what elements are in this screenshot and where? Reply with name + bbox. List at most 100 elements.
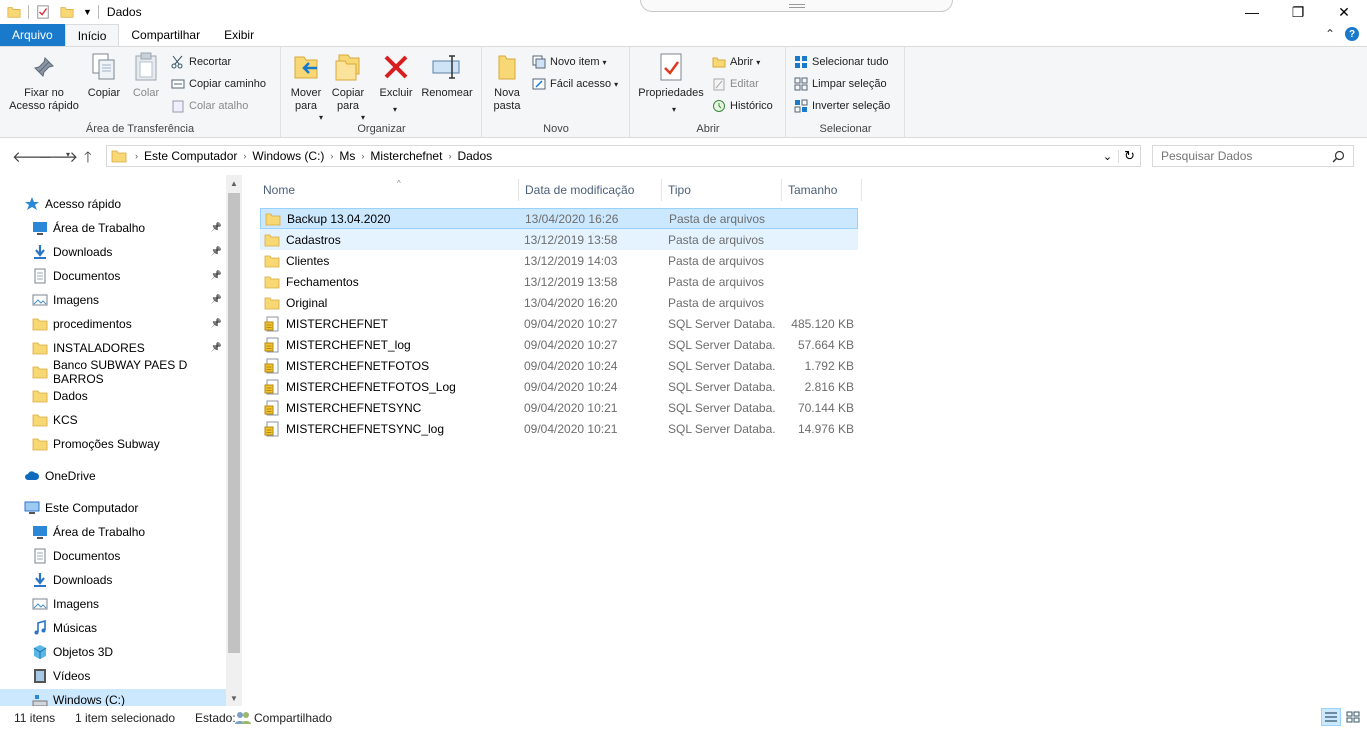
copy-to-button[interactable]: Copiar para ▾ — [328, 51, 368, 122]
new-folder-icon[interactable] — [60, 5, 74, 19]
sidebar-item-imagens[interactable]: Imagens 📌 — [0, 289, 226, 311]
breadcrumb-separator-icon[interactable]: › — [446, 151, 453, 161]
open-button[interactable]: Abrir ▾ — [711, 53, 760, 71]
column-header-size[interactable]: Tamanho — [782, 179, 862, 201]
breadcrumb-windows-c[interactable]: Windows (C:) — [248, 149, 328, 163]
pin-icon[interactable]: 📌 — [211, 294, 222, 305]
column-header-type[interactable]: Tipo — [662, 179, 782, 201]
search-icon[interactable] — [1332, 150, 1345, 163]
sidebar-item-area-de-trabalho[interactable]: Área de Trabalho — [0, 521, 226, 543]
sidebar-item-downloads[interactable]: Downloads 📌 — [0, 241, 226, 263]
sidebar-item-documentos[interactable]: Documentos 📌 — [0, 265, 226, 287]
restore-button[interactable]: ❐ — [1275, 0, 1321, 24]
sidebar-item-kcs[interactable]: KCS — [0, 409, 226, 431]
sidebar-item-este-computador[interactable]: Este Computador — [0, 497, 226, 519]
easy-access-button[interactable]: Fácil acesso ▾ — [531, 75, 618, 93]
sidebar-item-onedrive[interactable]: OneDrive — [0, 465, 226, 487]
properties-icon[interactable] — [36, 5, 50, 19]
pin-quick-access-button[interactable]: Fixar no Acesso rápido — [6, 51, 82, 113]
breadcrumb-dados[interactable]: Dados — [453, 149, 496, 163]
sidebar-item-instaladores[interactable]: INSTALADORES 📌 — [0, 337, 226, 359]
sidebar-item-objetos-3d[interactable]: Objetos 3D — [0, 641, 226, 663]
breadcrumb-ms[interactable]: Ms — [335, 149, 359, 163]
forward-arrow-icon[interactable]: 🡒 — [38, 147, 78, 166]
history-button[interactable]: Histórico — [711, 97, 773, 115]
search-input[interactable] — [1161, 149, 1331, 163]
select-none-button[interactable]: Limpar seleção — [793, 75, 887, 93]
recent-locations-chevron-icon[interactable]: ▾ — [66, 150, 70, 159]
sidebar-item-windows-c[interactable]: Windows (C:) — [0, 689, 226, 706]
address-bar[interactable]: › Este Computador › Windows (C:) › Ms › … — [106, 145, 1141, 167]
properties-button[interactable]: Propriedades ▾ — [635, 51, 707, 114]
new-folder-button[interactable]: Nova pasta — [487, 51, 527, 113]
move-to-button[interactable]: Mover para ▾ — [286, 51, 326, 122]
tab-inicio[interactable]: Início — [64, 24, 120, 46]
select-all-button[interactable]: Selecionar tudo — [793, 53, 888, 71]
invert-selection-button[interactable]: Inverter seleção — [793, 97, 890, 115]
details-view-button[interactable] — [1321, 708, 1341, 726]
window-grip[interactable] — [640, 0, 953, 12]
address-history-chevron-icon[interactable]: ⌄ — [1097, 149, 1120, 163]
sidebar-item-area-de-trabalho[interactable]: Área de Trabalho 📌 — [0, 217, 226, 239]
close-button[interactable]: ✕ — [1321, 0, 1367, 24]
table-row[interactable]: MISTERCHEFNETFOTOS 09/04/2020 10:24 SQL Se… — [260, 355, 858, 376]
table-row[interactable]: Backup 13.04.2020 13/04/2020 16:26 Pasta d… — [260, 208, 858, 229]
new-item-button[interactable]: Novo item ▾ — [531, 53, 607, 71]
tab-compartilhar[interactable]: Compartilhar — [119, 24, 212, 46]
sidebar-item-downloads[interactable]: Downloads — [0, 569, 226, 591]
sidebar-item-musicas[interactable]: Músicas — [0, 617, 226, 639]
sidebar-item-videos[interactable]: Vídeos — [0, 665, 226, 687]
scroll-down-arrow-icon[interactable]: ▼ — [226, 690, 242, 706]
tab-exibir[interactable]: Exibir — [212, 24, 266, 46]
table-row[interactable]: MISTERCHEFNETSYNC_log 09/04/2020 10:21 SQL… — [260, 418, 858, 439]
sidebar-item-documentos[interactable]: Documentos — [0, 545, 226, 567]
nav-scrollbar[interactable]: ▲ ▼ — [226, 175, 242, 706]
table-row[interactable]: MISTERCHEFNETSYNC 09/04/2020 10:21 SQL Ser… — [260, 397, 858, 418]
table-row[interactable]: Fechamentos 13/12/2019 13:58 Pasta de arqu… — [260, 271, 858, 292]
sidebar-item-procedimentos[interactable]: procedimentos 📌 — [0, 313, 226, 335]
column-header-date[interactable]: Data de modificação — [519, 179, 662, 201]
cut-button[interactable]: Recortar — [170, 53, 231, 71]
breadcrumb-separator-icon[interactable]: › — [328, 151, 335, 161]
minimize-button[interactable]: — — [1229, 0, 1275, 24]
column-header-name[interactable]: Nome ^ — [257, 179, 519, 201]
copy-path-button[interactable]: Copiar caminho — [170, 75, 266, 93]
sidebar-item-acesso-rapido[interactable]: Acesso rápido — [0, 193, 226, 215]
up-arrow-icon[interactable]: 🡑 — [84, 147, 92, 172]
breadcrumb-separator-icon[interactable]: › — [133, 151, 140, 161]
copy-button[interactable]: Copiar — [84, 51, 124, 100]
breadcrumb-misterchefnet[interactable]: Misterchefnet — [366, 149, 446, 163]
breadcrumb-separator-icon[interactable]: › — [359, 151, 366, 161]
sidebar-item-promocoes-subway[interactable]: Promoções Subway — [0, 433, 226, 455]
sidebar-item-banco-subway-paes-d-barros[interactable]: Banco SUBWAY PAES D BARROS — [0, 358, 226, 386]
breadcrumb-separator-icon[interactable]: › — [241, 151, 248, 161]
large-icons-view-button[interactable] — [1343, 708, 1363, 726]
sidebar-item-dados[interactable]: Dados — [0, 385, 226, 407]
pin-icon[interactable]: 📌 — [211, 318, 222, 329]
sidebar-item-imagens[interactable]: Imagens — [0, 593, 226, 615]
breadcrumb-este-computador[interactable]: Este Computador — [140, 149, 241, 163]
paste-button[interactable]: Colar — [126, 51, 166, 100]
rename-button[interactable]: Renomear — [418, 51, 476, 100]
collapse-ribbon-icon[interactable]: ⌃ — [1325, 27, 1335, 41]
pin-icon[interactable]: 📌 — [211, 270, 222, 281]
pin-icon[interactable]: 📌 — [211, 222, 222, 233]
delete-button[interactable]: Excluir ▾ — [376, 51, 416, 114]
scroll-thumb[interactable] — [228, 193, 240, 653]
table-row[interactable]: Original 13/04/2020 16:20 Pasta de arquivo… — [260, 292, 858, 313]
table-row[interactable]: MISTERCHEFNET_log 09/04/2020 10:27 SQL Ser… — [260, 334, 858, 355]
table-row[interactable]: MISTERCHEFNET 09/04/2020 10:27 SQL Server … — [260, 313, 858, 334]
pin-icon[interactable]: 📌 — [211, 342, 222, 353]
table-row[interactable]: MISTERCHEFNETFOTOS_Log 09/04/2020 10:24 SQ… — [260, 376, 858, 397]
table-row[interactable]: Clientes 13/12/2019 14:03 Pasta de arquivo… — [260, 250, 858, 271]
refresh-icon[interactable]: ↻ — [1119, 148, 1140, 164]
tab-arquivo[interactable]: Arquivo — [0, 24, 65, 46]
search-box[interactable] — [1152, 145, 1354, 167]
customize-toolbar-icon[interactable]: ▼ — [83, 7, 92, 17]
table-row[interactable]: Cadastros 13/12/2019 13:58 Pasta de arquiv… — [260, 229, 858, 250]
help-icon[interactable]: ? — [1345, 27, 1359, 41]
scroll-up-arrow-icon[interactable]: ▲ — [226, 175, 242, 191]
pin-icon[interactable]: 📌 — [211, 246, 222, 257]
edit-button[interactable]: Editar — [711, 75, 759, 93]
paste-shortcut-button[interactable]: Colar atalho — [170, 97, 248, 115]
